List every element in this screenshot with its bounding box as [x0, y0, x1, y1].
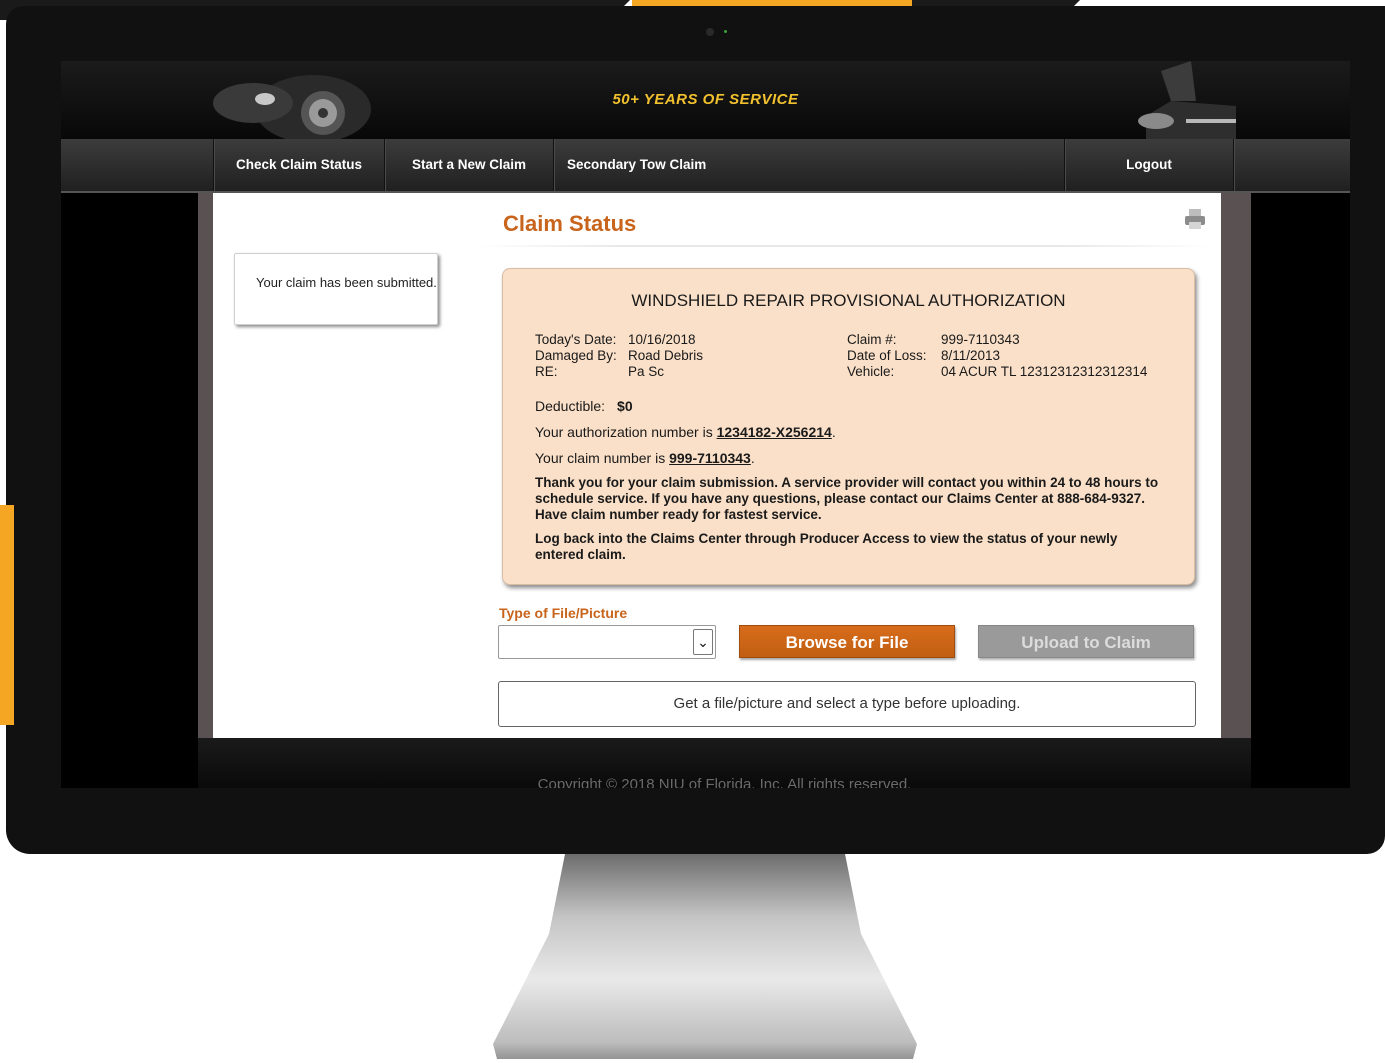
site-header: 50+ YEARS OF SERVICE: [61, 61, 1350, 139]
printer-icon[interactable]: [1183, 207, 1207, 231]
submission-message: Your claim has been submitted.: [234, 253, 438, 325]
todays-date-label: Today's Date:: [535, 332, 617, 347]
nav-secondary-tow-claim[interactable]: Secondary Tow Claim: [554, 139, 732, 191]
car-side-image-right: [1138, 61, 1236, 139]
nav-start-new-claim[interactable]: Start a New Claim: [385, 139, 553, 191]
nav-logout[interactable]: Logout: [1065, 139, 1233, 191]
file-type-label: Type of File/Picture: [499, 605, 628, 621]
browser-screen: 50+ YEARS OF SERVICE Check Claim Status …: [61, 61, 1350, 788]
authorization-number: 1234182-X256214: [716, 424, 832, 440]
nav-divider: [1233, 139, 1235, 191]
authorization-title: WINDSHIELD REPAIR PROVISIONAL AUTHORIZAT…: [631, 291, 1066, 310]
vehicle-label: Vehicle:: [847, 364, 895, 379]
chevron-down-icon[interactable]: ⌄: [693, 629, 713, 655]
thank-you-message: Thank you for your claim submission. A s…: [535, 475, 1159, 522]
date-of-loss-label: Date of Loss:: [847, 348, 927, 363]
upload-status-message: Get a file/picture and select a type bef…: [498, 681, 1196, 727]
todays-date-value: 10/16/2018: [628, 332, 696, 347]
browse-for-file-button[interactable]: Browse for File: [739, 625, 955, 658]
authorization-panel: WINDSHIELD REPAIR PROVISIONAL AUTHORIZAT…: [502, 268, 1195, 585]
claim-number-prefix: Your claim number is: [535, 450, 670, 466]
re-value: Pa Sc: [628, 364, 665, 379]
authorization-number-line: Your authorization number is 1234182-X25…: [535, 424, 836, 440]
camera-led: [724, 30, 727, 33]
claim-info-left: Today's Date: 10/16/2018 Damaged By: Road …: [535, 332, 703, 380]
vehicle-value: 04 ACUR TL 12312312312312314: [941, 364, 1148, 379]
main-panel: Claim Status WINDSHIELD REPAIR PROVISION…: [461, 193, 1221, 738]
upload-to-claim-button[interactable]: Upload to Claim: [978, 625, 1194, 658]
title-divider: [476, 245, 1211, 247]
site-footer: Copyright © 2018 NIU of Florida, Inc. Al…: [198, 738, 1251, 788]
damaged-by-value: Road Debris: [628, 348, 704, 363]
re-label: RE:: [535, 364, 558, 379]
claim-number: 999-7110343: [669, 450, 751, 466]
camera-icon: [706, 28, 714, 36]
page-title: Claim Status: [503, 211, 637, 236]
claim-info-right: Claim #: 999-7110343 Date of Loss: 8/11/20…: [847, 332, 1147, 380]
deductible-row: Deductible: $0: [535, 398, 633, 414]
accent-stripe-side: [0, 505, 14, 725]
main-nav: Check Claim Status Start a New Claim Sec…: [61, 139, 1350, 193]
claim-number-line: Your claim number is 999-7110343.: [535, 450, 755, 466]
claim-number-value: 999-7110343: [941, 332, 1020, 347]
sidebar: Your claim has been submitted.: [213, 193, 461, 738]
claim-number-label: Claim #:: [847, 332, 897, 347]
nav-check-claim-status[interactable]: Check Claim Status: [214, 139, 384, 191]
deductible-label: Deductible:: [535, 398, 606, 414]
authorization-number-prefix: Your authorization number is: [535, 424, 717, 440]
log-back-message: Log back into the Claims Center through …: [535, 531, 1118, 562]
damaged-by-label: Damaged By:: [535, 348, 617, 363]
file-type-select[interactable]: ⌄: [498, 625, 716, 659]
date-of-loss-value: 8/11/2013: [941, 348, 1001, 363]
deductible-value: $0: [617, 398, 633, 414]
page-content: Your claim has been submitted. Claim Sta…: [198, 193, 1251, 738]
copyright-text: Copyright © 2018 NIU of Florida, Inc. Al…: [537, 776, 912, 788]
